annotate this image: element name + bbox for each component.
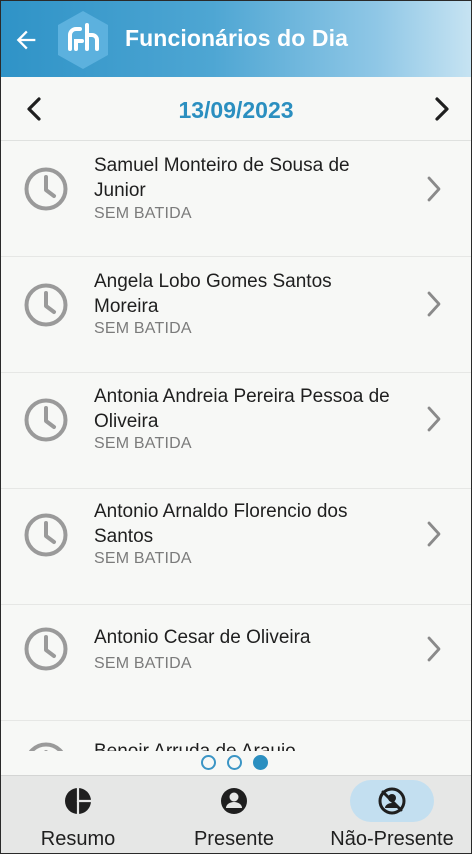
page-dot-3[interactable] [253, 755, 268, 770]
tab-nao-presente[interactable]: Não-Presente [317, 776, 467, 853]
pie-chart-icon [65, 788, 91, 814]
employee-row[interactable]: Antonia Andreia Pereira Pessoa de Olivei… [1, 373, 471, 489]
company-logo-icon [55, 9, 111, 71]
arrow-left-icon [16, 30, 36, 50]
employee-status: SEM BATIDA [94, 550, 192, 567]
page-dot-1[interactable] [201, 755, 216, 770]
employee-name: Samuel Monteiro de Sousa de Junior [94, 155, 350, 201]
employee-status: SEM BATIDA [94, 205, 192, 222]
clock-icon [28, 742, 64, 751]
employee-row[interactable]: Samuel Monteiro de Sousa de Junior SEM B… [1, 141, 471, 257]
next-date-button[interactable] [427, 94, 457, 124]
employee-row[interactable]: Angela Lobo Gomes Santos Moreira SEM BAT… [1, 257, 471, 373]
chevron-right-icon [427, 636, 441, 662]
app-header: Funcionários do Dia [1, 1, 471, 77]
chevron-right-icon [435, 97, 449, 121]
clock-icon [24, 167, 68, 211]
clock-icon [24, 283, 68, 327]
chevron-right-icon [427, 176, 441, 202]
app-screen: Funcionários do Dia 13/09/2023 Samuel Mo… [1, 1, 471, 853]
employee-name: Antonio Arnaldo Florencio dos Santos [94, 501, 348, 547]
current-date: 13/09/2023 [178, 97, 294, 123]
employee-row[interactable]: Antonio Cesar de Oliveira SEM BATIDA [1, 605, 471, 721]
employee-name: Antonia Andreia Pereira Pessoa de Olivei… [94, 386, 390, 432]
tab-presente[interactable]: Presente [159, 776, 309, 853]
tab-label: Resumo [40, 828, 116, 850]
page-dot-2[interactable] [227, 755, 242, 770]
clock-icon [24, 398, 68, 442]
tab-resumo[interactable]: Resumo [3, 776, 153, 853]
date-navigator: 13/09/2023 [1, 77, 471, 141]
employee-list: Samuel Monteiro de Sousa de Junior SEM B… [1, 141, 471, 751]
bottom-navigation: Resumo Presente Não-Presente [1, 775, 471, 853]
chevron-right-icon [427, 521, 441, 547]
employee-status: SEM BATIDA [94, 655, 192, 672]
back-button[interactable] [9, 23, 43, 57]
page-indicator [1, 753, 471, 773]
person-icon [221, 788, 247, 814]
employee-status: SEM BATIDA [94, 435, 192, 452]
chevron-right-icon [427, 406, 441, 432]
employee-row[interactable]: Benoir Arruda de Araujo [1, 721, 471, 751]
employee-name: Benoir Arruda de Araujo [94, 739, 394, 751]
employee-name: Antonio Cesar de Oliveira [94, 627, 311, 648]
employee-status: SEM BATIDA [94, 320, 192, 337]
clock-icon [24, 627, 68, 671]
person-off-icon [378, 787, 406, 815]
page-title: Funcionários do Dia [125, 25, 348, 51]
employee-row[interactable]: Antonio Arnaldo Florencio dos Santos SEM… [1, 489, 471, 605]
chevron-right-icon [427, 291, 441, 317]
tab-label: Não-Presente [330, 828, 454, 850]
employee-name: Angela Lobo Gomes Santos Moreira [94, 271, 332, 317]
clock-icon [24, 513, 68, 557]
tab-label: Presente [193, 828, 275, 850]
